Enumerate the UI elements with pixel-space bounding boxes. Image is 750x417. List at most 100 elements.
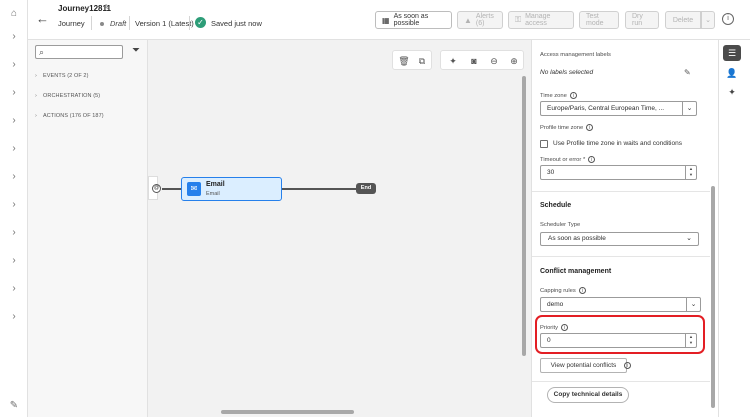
properties-scrollbar[interactable] [711, 186, 715, 408]
start-node-icon[interactable]: @ [152, 184, 161, 193]
calendar-icon: ▦ [382, 15, 390, 25]
timezone-label: Time zone i [540, 92, 577, 99]
user-settings-icon[interactable]: 👤 [723, 65, 741, 81]
journey-editor: ⌂ › › › › › › › › › › › ✎ ← Journey12811… [0, 0, 750, 417]
profile-tz-checkbox-label[interactable]: Use Profile time zone in waits and condi… [553, 140, 682, 147]
chevron-right-icon: › [35, 73, 37, 79]
stepper-arrows-icon[interactable]: ▲ ▼ [685, 166, 696, 179]
journey-canvas[interactable]: 🗑 ⧉ ✦ ◙ ⊖ ⊕ @ ✉ Email Email End [148, 40, 531, 417]
conflict-section-title: Conflict management [540, 268, 612, 275]
header-divider [91, 16, 92, 30]
edit-icon[interactable]: ✎ [7, 398, 21, 412]
test-mode-button[interactable]: Test mode [579, 11, 619, 29]
email-icon: ✉ [187, 182, 201, 196]
zoom-out-icon[interactable]: ⊖ [488, 55, 500, 67]
camera-icon[interactable]: ◙ [468, 55, 480, 67]
chevron-right-icon[interactable]: › [7, 225, 21, 239]
journey-header: ← Journey12811 ✎ Journey Draft Version 1… [28, 0, 750, 40]
info-icon[interactable]: i [722, 13, 734, 25]
zoom-in-icon[interactable]: ⊕ [508, 55, 520, 67]
category-orchestration[interactable]: › ORCHESTRATION (5) [35, 93, 100, 99]
section-divider [532, 256, 710, 257]
profile-tz-checkbox[interactable] [540, 140, 548, 148]
email-activity-node[interactable]: ✉ Email Email [181, 177, 282, 201]
timeout-stepper[interactable]: 30 ▲ ▼ [540, 165, 697, 180]
duplicate-icon[interactable]: ⧉ [416, 55, 428, 67]
info-icon[interactable]: i [588, 156, 596, 163]
home-icon[interactable]: ⌂ [7, 6, 21, 20]
access-labels-value: No labels selected [540, 69, 594, 76]
priority-label: Priority i [540, 324, 569, 331]
magic-wand-icon[interactable]: ✦ [447, 55, 459, 67]
status-badge: Draft [110, 19, 127, 28]
status-dot-icon [100, 22, 104, 26]
scheduler-type-select[interactable]: As soon as possible ⌄ [540, 232, 699, 246]
chevron-right-icon: › [35, 113, 37, 119]
back-arrow-icon[interactable]: ← [36, 12, 50, 26]
chevron-right-icon[interactable]: › [7, 141, 21, 155]
schedule-button[interactable]: ▦ As soon as possible [375, 11, 452, 29]
info-icon[interactable]: i [578, 287, 586, 294]
activity-palette: ⌕ ⏷ › EVENTS (2 OF 2) › ORCHESTRATION (5) … [28, 40, 148, 417]
canvas-vertical-scrollbar[interactable] [522, 76, 526, 356]
capping-rules-label: Capping rules i [540, 287, 586, 294]
category-events[interactable]: › EVENTS (2 OF 2) [35, 73, 89, 79]
edit-labels-icon[interactable]: ✎ [684, 68, 691, 77]
version-label[interactable]: Version 1 (Latest) [135, 19, 194, 28]
view-conflicts-button[interactable]: View potential conflicts [540, 358, 627, 373]
end-node[interactable]: End [356, 183, 376, 194]
chevron-right-icon[interactable]: › [7, 309, 21, 323]
dry-run-button[interactable]: Dry run [625, 11, 659, 29]
right-tool-rail: ☰ 👤 ✦ [718, 40, 750, 417]
filter-icon[interactable]: ⏷ [132, 45, 140, 56]
properties-sliders-icon[interactable]: ☰ [723, 45, 741, 61]
copy-details-button[interactable]: Copy technical details [547, 387, 629, 403]
left-nav-rail: ⌂ › › › › › › › › › › › ✎ [0, 0, 28, 417]
info-icon[interactable]: i [561, 324, 569, 331]
chevron-right-icon[interactable]: › [7, 57, 21, 71]
schedule-section-title: Schedule [540, 202, 572, 209]
more-actions-dropdown[interactable]: ⌄ [701, 11, 715, 29]
chevron-right-icon[interactable]: › [7, 253, 21, 267]
trash-icon[interactable]: 🗑 [398, 55, 410, 67]
priority-stepper[interactable]: 0 ▲ ▼ [540, 333, 697, 348]
alerts-button[interactable]: ▲ Alerts (6) [457, 11, 503, 29]
manage-access-button[interactable]: ⚿ Manage access [508, 11, 574, 29]
chevron-right-icon: › [35, 93, 37, 99]
section-divider [532, 381, 710, 382]
category-actions[interactable]: › ACTIONS (176 OF 187) [35, 113, 104, 119]
search-icon: ⌕ [39, 47, 45, 57]
section-divider [532, 191, 710, 192]
magic-wand-icon[interactable]: ✦ [723, 84, 741, 100]
delete-button[interactable]: Delete [665, 11, 701, 29]
chevron-right-icon[interactable]: › [7, 169, 21, 183]
chevron-right-icon[interactable]: › [7, 113, 21, 127]
chevron-right-icon[interactable]: › [7, 29, 21, 43]
info-icon[interactable]: i [569, 92, 577, 99]
timezone-picker[interactable]: Europe/Paris, Central European Time, ...… [540, 101, 697, 116]
scheduler-type-label: Scheduler Type [540, 222, 581, 228]
chevron-right-icon[interactable]: › [7, 85, 21, 99]
check-circle-icon: ✓ [195, 17, 206, 28]
connector-line [282, 188, 356, 190]
journey-title: Journey12811 [58, 4, 111, 13]
chevron-down-icon: ⌄ [705, 17, 711, 24]
stepper-arrows-icon[interactable]: ▲ ▼ [685, 334, 696, 347]
info-icon[interactable]: i [624, 362, 631, 369]
rename-pencil-icon[interactable]: ✎ [104, 3, 111, 12]
alert-triangle-icon: ▲ [464, 15, 472, 25]
timeout-label: Timeout or error * i [540, 156, 596, 163]
search-input[interactable]: ⌕ [35, 45, 123, 59]
header-divider [129, 16, 130, 30]
chevron-down-icon[interactable]: ⌄ [686, 298, 700, 311]
journey-type: Journey [58, 19, 85, 28]
profile-tz-label: Profile time zone i [540, 124, 594, 131]
chevron-right-icon[interactable]: › [7, 281, 21, 295]
info-icon[interactable]: i [586, 124, 594, 131]
header-divider [189, 16, 190, 30]
canvas-horizontal-scrollbar[interactable] [221, 410, 354, 414]
chevron-down-icon[interactable]: ⌄ [682, 102, 696, 115]
chevron-right-icon[interactable]: › [7, 197, 21, 211]
canvas-view-toolbar: ✦ ◙ ⊖ ⊕ [440, 50, 524, 70]
capping-rules-picker[interactable]: demo ⌄ [540, 297, 701, 312]
